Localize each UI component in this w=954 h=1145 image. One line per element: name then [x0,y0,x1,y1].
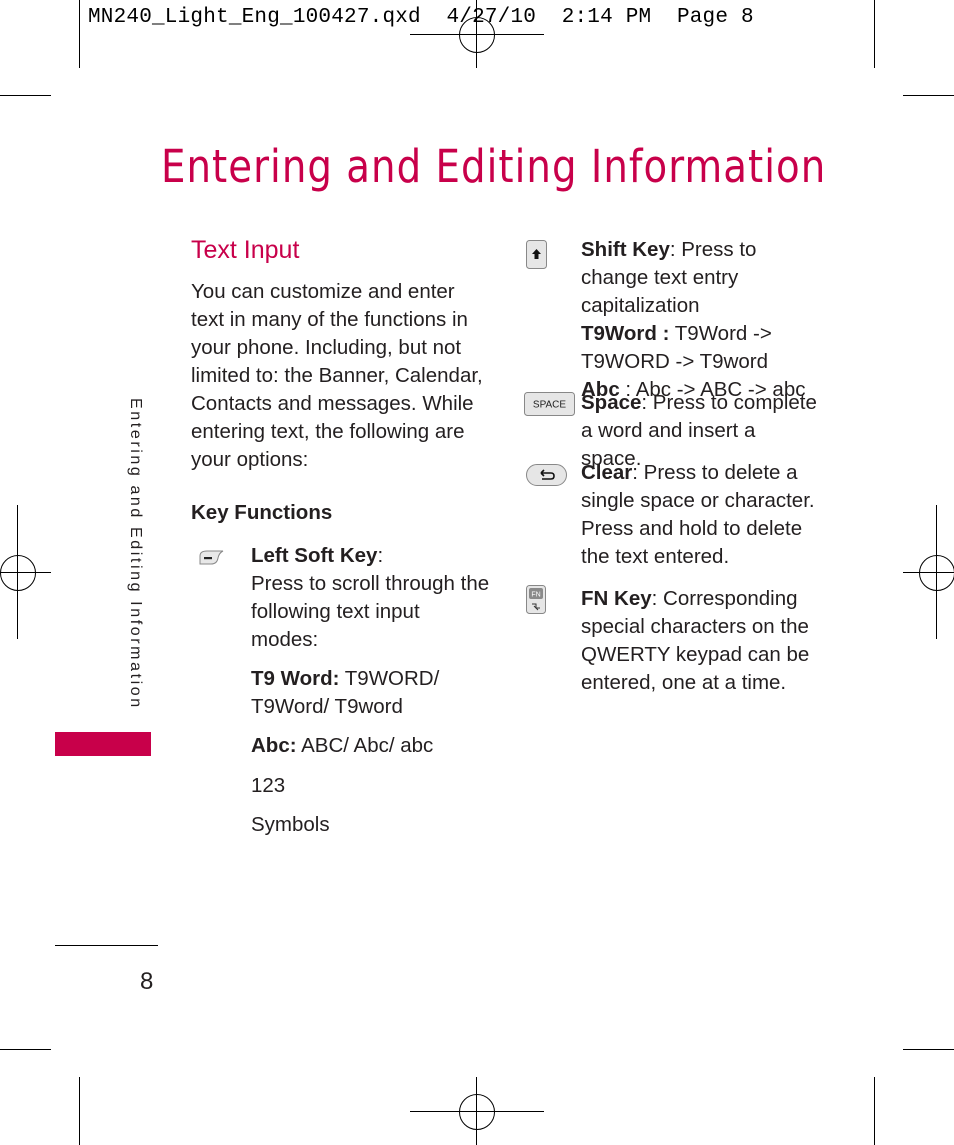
crop-mark [79,1077,80,1145]
fn-key-label: FN Key [581,587,652,610]
shift-key-label: Shift Key [581,238,670,261]
side-tab-bar [55,732,151,756]
intro-paragraph: You can customize and enter text in many… [191,280,483,471]
mode-label: T9 Word: [251,667,340,690]
crop-mark [903,1049,954,1050]
mode-label: 123 [251,774,286,797]
crop-mark [0,95,51,96]
mode-label: Symbols [251,813,330,836]
slug-date: 4/27/10 [446,6,537,29]
crop-mark [79,0,80,68]
registration-mark [459,1094,495,1130]
left-soft-key-item: Left Soft Key: Press to scroll through t… [251,542,491,654]
slug-time: 2:14 PM [561,6,652,29]
label-colon: : [377,544,384,567]
space-key-label: Space [581,391,642,414]
mode-symbols: Symbols [251,811,330,839]
slug-filename: MN240_Light_Eng_100427.qxd [88,6,421,29]
mode-label: Abc: [251,734,297,757]
section-heading: Text Input [191,236,300,264]
fn-key-icon: FN [526,585,546,619]
clear-key-label: Clear [581,461,633,484]
clear-key-icon [526,464,567,491]
left-soft-key-label: Left Soft Key [251,544,378,567]
page-number-rule [55,945,158,946]
left-soft-key-description: Press to scroll through the following te… [251,572,490,651]
crop-mark [903,95,954,96]
crop-mark [0,1049,51,1050]
registration-mark [0,555,36,591]
slug-page: Page 8 [676,6,754,29]
shift-t9-label: T9Word : [581,322,670,345]
fn-key-icon-text: FN [531,592,540,599]
crop-mark [874,0,875,68]
page-number: 8 [140,968,154,995]
space-key-icon: SPACE [524,392,575,421]
slug-line: MN240_Light_Eng_100427.qxd 4/27/10 2:14 … [88,6,754,29]
shift-key-icon [526,240,547,274]
registration-mark [919,555,954,591]
mode-value: ABC/ Abc/ abc [296,734,434,757]
clear-key-item: Clear: Press to delete a single space or… [581,459,821,571]
fn-key-item: FN Key: Corresponding special characters… [581,585,821,697]
left-soft-key-icon [197,548,225,571]
key-functions-heading: Key Functions [191,501,333,524]
space-key-icon-text: SPACE [533,400,566,411]
page-title: Entering and Editing Information [161,140,827,193]
mode-abc: Abc: ABC/ Abc/ abc [251,732,433,760]
mode-123: 123 [251,772,285,800]
shift-key-item: Shift Key: Press to change text entry ca… [581,236,821,404]
side-tab-label: Entering and Editing Information [127,398,144,710]
crop-mark [874,1077,875,1145]
mode-t9word: T9 Word: T9WORD/ T9Word/ T9word [251,665,461,721]
